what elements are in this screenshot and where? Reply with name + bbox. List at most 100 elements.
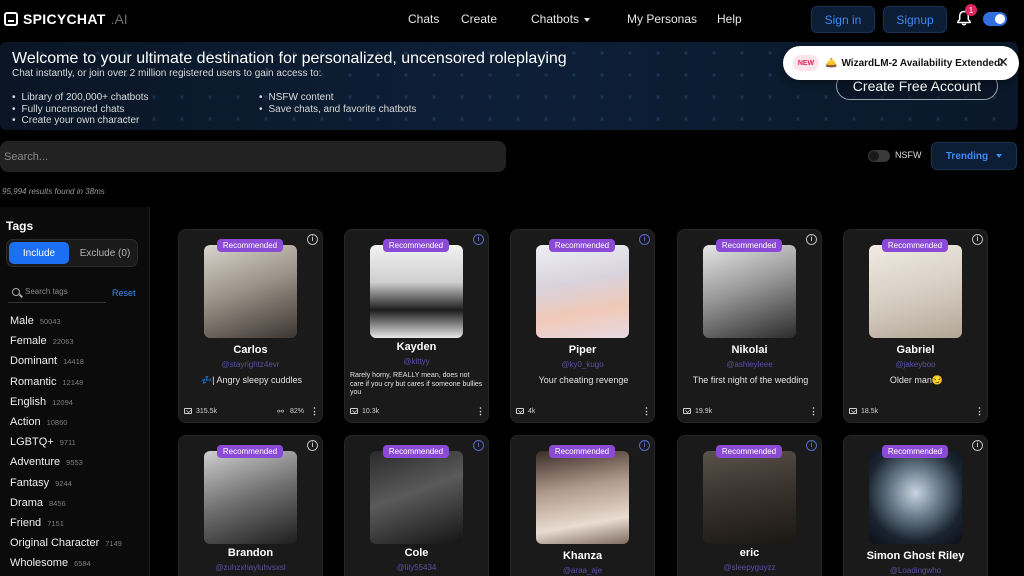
tag-name: Action xyxy=(10,415,41,428)
sort-dropdown[interactable]: Trending xyxy=(931,142,1017,170)
feature-item: NSFW content xyxy=(259,92,416,104)
tag-item[interactable]: Male 50043 xyxy=(10,315,122,335)
tag-item[interactable]: Female 22063 xyxy=(10,335,122,355)
message-count: 19.9k xyxy=(695,407,713,415)
character-name: Gabriel xyxy=(896,344,935,356)
recommended-badge: Recommended xyxy=(217,239,283,252)
tag-item[interactable]: Action 10860 xyxy=(10,416,122,436)
tag-item[interactable]: Wholesome 6584 xyxy=(10,557,122,576)
character-avatar xyxy=(869,451,962,544)
more-options-icon[interactable]: ⋮ xyxy=(809,406,818,417)
character-description: Rarely horny, REALLY mean, does not care… xyxy=(350,372,483,396)
character-card-nikolai[interactable]: Recommended i Nikolai @ashleyleee The fi… xyxy=(677,229,822,423)
brand-name: SPICYCHAT xyxy=(23,11,106,27)
tag-item[interactable]: Original Character 7149 xyxy=(10,537,122,557)
character-card-simon-ghost-riley[interactable]: Recommended i Simon Ghost Riley @Loading… xyxy=(843,435,988,576)
info-icon[interactable]: i xyxy=(473,440,484,451)
tag-count: 12094 xyxy=(52,397,73,407)
tag-item[interactable]: Drama 8456 xyxy=(10,497,122,517)
info-icon[interactable]: i xyxy=(806,440,817,451)
creator-handle[interactable]: @araa_aje xyxy=(511,566,654,575)
search-input[interactable] xyxy=(0,141,506,172)
nav-create[interactable]: Create xyxy=(461,12,497,26)
tag-search-input[interactable]: Search tags xyxy=(25,287,105,296)
feature-item: Library of 200,000+ chatbots xyxy=(12,92,149,104)
tag-item[interactable]: Romantic 12148 xyxy=(10,376,122,396)
creator-handle[interactable]: @ky0_kugo xyxy=(511,360,654,369)
link-icon: ⚯ xyxy=(277,406,284,416)
card-footer: 19.9k ⋮ xyxy=(683,405,818,417)
tags-title: Tags xyxy=(6,219,34,233)
close-icon[interactable]: ✕ xyxy=(997,55,1009,69)
sign-in-button[interactable]: Sign in xyxy=(811,6,875,33)
nav-my-personas[interactable]: My Personas xyxy=(627,12,697,26)
tag-item[interactable]: Friend 7151 xyxy=(10,517,122,537)
info-icon[interactable]: i xyxy=(307,234,318,245)
info-icon[interactable]: i xyxy=(473,234,484,245)
exclude-tab[interactable]: Exclude (0) xyxy=(73,242,137,264)
tag-count: 9553 xyxy=(66,458,83,468)
message-icon xyxy=(849,408,857,414)
tag-name: Female xyxy=(10,335,47,348)
character-card-eric[interactable]: Recommended i eric @sleepyguyzz xyxy=(677,435,822,576)
tag-item[interactable]: Adventure 9553 xyxy=(10,456,122,476)
creator-handle[interactable]: @ashleyleee xyxy=(678,360,821,369)
character-name: eric xyxy=(739,547,760,559)
tag-name: English xyxy=(10,395,47,408)
message-count: 4k xyxy=(528,407,536,415)
character-avatar xyxy=(536,245,629,338)
info-icon[interactable]: i xyxy=(972,440,983,451)
more-options-icon[interactable]: ⋮ xyxy=(642,406,651,417)
tag-item[interactable]: English 12094 xyxy=(10,396,122,416)
message-count: 315.5k xyxy=(196,407,218,415)
results-count: 95,994 results found in 38ms xyxy=(2,187,105,196)
character-name: Piper xyxy=(568,344,597,356)
info-icon[interactable]: i xyxy=(806,234,817,245)
tag-item[interactable]: LGBTQ+ 9711 xyxy=(10,436,122,456)
tag-item[interactable]: Fantasy 9244 xyxy=(10,477,122,497)
tag-count: 8456 xyxy=(49,498,66,508)
character-card-gabriel[interactable]: Recommended i Gabriel @jakeyboo Older ma… xyxy=(843,229,988,423)
more-options-icon[interactable]: ⋮ xyxy=(975,406,984,417)
character-card-cole[interactable]: Recommended i Cole @lily55434 xyxy=(344,435,489,576)
info-icon[interactable]: i xyxy=(307,440,318,451)
recommended-badge: Recommended xyxy=(882,239,948,252)
feature-list-right: NSFW content Save chats, and favorite ch… xyxy=(259,92,417,115)
creator-handle[interactable]: @Loadingwho xyxy=(844,566,987,575)
theme-toggle[interactable] xyxy=(983,12,1007,26)
nav-help[interactable]: Help xyxy=(717,12,742,26)
message-icon xyxy=(683,408,691,414)
character-avatar xyxy=(869,245,962,338)
include-tab[interactable]: Include xyxy=(9,242,69,264)
character-card-khanza[interactable]: Recommended i Khanza @araa_aje xyxy=(510,435,655,576)
logo[interactable]: SPICYCHAT .AI xyxy=(4,11,128,27)
creator-handle[interactable]: @zuhzxhayluhvsxsl xyxy=(179,563,322,572)
nsfw-toggle[interactable] xyxy=(868,150,890,162)
reset-tags-link[interactable]: Reset xyxy=(112,288,136,298)
character-card-carlos[interactable]: Recommended i Carlos @stayrightz4evr 💤| … xyxy=(178,229,323,423)
signup-button[interactable]: Signup xyxy=(883,6,947,33)
creator-handle[interactable]: @sleepyguyzz xyxy=(678,563,821,572)
tag-count: 10860 xyxy=(46,417,68,427)
creator-handle[interactable]: @kittyy xyxy=(345,357,488,366)
info-icon[interactable]: i xyxy=(639,440,650,451)
character-avatar xyxy=(204,245,297,338)
character-avatar xyxy=(204,451,297,544)
creator-handle[interactable]: @stayrightz4evr xyxy=(179,360,322,369)
message-icon xyxy=(184,408,192,414)
banner-subtitle: Chat instantly, or join over 2 million r… xyxy=(12,68,322,79)
nav-chatbots[interactable]: Chatbots xyxy=(531,12,591,26)
creator-handle[interactable]: @jakeyboo xyxy=(844,360,987,369)
tag-name: Original Character xyxy=(10,537,100,550)
character-card-kayden[interactable]: Recommended i Kayden @kittyy Rarely horn… xyxy=(344,229,489,423)
character-card-piper[interactable]: Recommended i Piper @ky0_kugo Your cheat… xyxy=(510,229,655,423)
info-icon[interactable]: i xyxy=(639,234,650,245)
info-icon[interactable]: i xyxy=(972,234,983,245)
character-card-brandon[interactable]: Recommended i Brandon @zuhzxhayluhvsxsl xyxy=(178,435,323,576)
nav-chats[interactable]: Chats xyxy=(408,12,439,26)
creator-handle[interactable]: @lily55434 xyxy=(345,563,488,572)
tag-item[interactable]: Dominant 14418 xyxy=(10,355,122,375)
more-options-icon[interactable]: ⋮ xyxy=(310,406,319,417)
more-options-icon[interactable]: ⋮ xyxy=(476,406,485,417)
tag-count: 6584 xyxy=(74,559,91,569)
